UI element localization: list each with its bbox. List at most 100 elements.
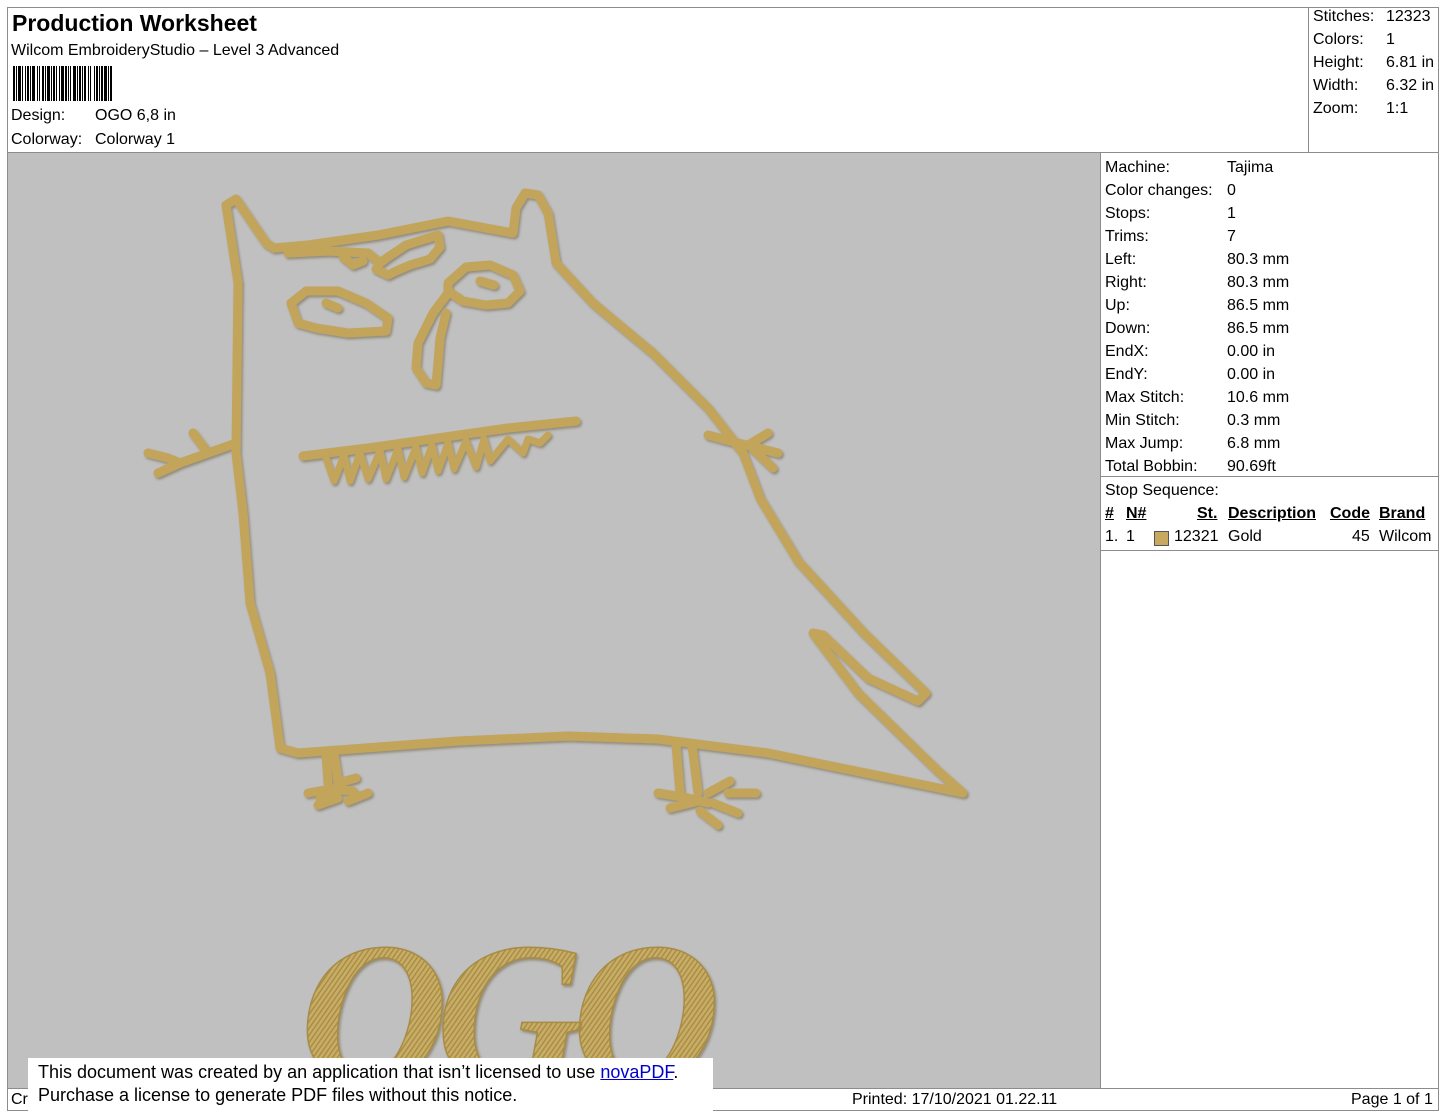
machine-info-value: 10.6 mm xyxy=(1227,389,1290,406)
machine-info-value: 1 xyxy=(1227,205,1236,222)
machine-info-label: Color changes: xyxy=(1105,182,1213,199)
machine-info-label: Trims: xyxy=(1105,228,1149,245)
software-name: Wilcom EmbroideryStudio – Level 3 Advanc… xyxy=(11,42,340,59)
owl-right-foot-stitch xyxy=(653,740,761,830)
machine-info-panel: Stop Sequence: # N# St. Description Code… xyxy=(1100,153,1438,1088)
design-label: Design: xyxy=(11,107,66,124)
notice-line-2: Purchase a license to generate PDF files… xyxy=(38,1085,518,1105)
machine-info-row: EndY: 0.00 in xyxy=(1105,366,1275,388)
colorway-row: Colorway: Colorway 1 xyxy=(11,131,175,149)
machine-info-value: 86.5 mm xyxy=(1227,320,1290,337)
machine-info-value: 0.00 in xyxy=(1227,366,1276,383)
machine-info-row: EndX: 0.00 in xyxy=(1105,343,1275,365)
row-description: Gold xyxy=(1228,528,1262,545)
owl-left-foot-stitch xyxy=(303,748,373,810)
stat-label: Stitches: xyxy=(1313,8,1375,25)
footer-left-text: Cr xyxy=(11,1091,28,1108)
stat-value: 1 xyxy=(1386,31,1395,48)
row-stitches: 12321 xyxy=(1174,528,1219,545)
machine-info-value: 90.69ft xyxy=(1227,458,1276,475)
machine-info-label: Max Stitch: xyxy=(1105,389,1185,406)
machine-info-row: Min Stitch: 0.3 mm xyxy=(1105,412,1280,434)
row-needle: 1 xyxy=(1126,528,1135,545)
row-code: 45 xyxy=(1352,528,1370,545)
stat-value: 6.81 in xyxy=(1386,54,1435,71)
worksheet: Production Worksheet Wilcom EmbroiderySt… xyxy=(7,7,1439,1111)
stat-width: Width: 6.32 in xyxy=(1313,77,1434,95)
design-value: OGO 6,8 in xyxy=(95,107,176,124)
machine-info-label: Total Bobbin: xyxy=(1105,458,1198,475)
machine-info-row: Max Stitch: 10.6 mm xyxy=(1105,389,1289,411)
machine-info-label: Max Jump: xyxy=(1105,435,1184,452)
stat-height: Height: 6.81 in xyxy=(1313,54,1434,72)
machine-info-value: Tajima xyxy=(1227,159,1274,176)
stop-sequence-title: Stop Sequence: xyxy=(1105,482,1219,499)
owl-body-stitch xyxy=(221,188,968,798)
machine-info-row: Left: 80.3 mm xyxy=(1105,251,1289,273)
machine-info-row: Total Bobbin: 90.69ft xyxy=(1105,458,1276,480)
machine-info-row: Max Jump: 6.8 mm xyxy=(1105,435,1280,457)
stat-label: Zoom: xyxy=(1313,100,1359,117)
page-title: Production Worksheet xyxy=(12,10,257,36)
machine-info-row: Color changes: 0 xyxy=(1105,182,1236,204)
machine-info-label: Machine: xyxy=(1105,159,1170,176)
row-num: 1. xyxy=(1105,528,1119,545)
col-needle: N# xyxy=(1126,505,1147,522)
stat-label: Width: xyxy=(1313,77,1359,94)
stat-value: 12323 xyxy=(1386,8,1431,25)
novapdf-link[interactable]: novaPDF xyxy=(600,1062,673,1082)
machine-info-row: Trims: 7 xyxy=(1105,228,1236,250)
owl-left-wing-stitch xyxy=(143,428,241,478)
design-preview: OGO xyxy=(8,153,1100,1088)
machine-info-label: Stops: xyxy=(1105,205,1151,222)
thread-color-swatch xyxy=(1154,531,1169,546)
machine-info-value: 80.3 mm xyxy=(1227,251,1290,268)
notice-text: This document was created by an applicat… xyxy=(38,1062,601,1082)
stat-value: 6.32 in xyxy=(1386,77,1435,94)
machine-info-row: Right: 80.3 mm xyxy=(1105,274,1289,296)
col-st: St. xyxy=(1197,505,1218,522)
machine-info-row: Machine: Tajima xyxy=(1105,159,1273,181)
machine-info-value: 80.3 mm xyxy=(1227,274,1290,291)
owl-embroidery-design: OGO xyxy=(143,188,968,1088)
stat-stitches: Stitches: 12323 xyxy=(1313,8,1431,26)
owl-pupil-stitch xyxy=(475,276,499,290)
machine-info-value: 0 xyxy=(1227,182,1236,199)
stat-label: Height: xyxy=(1313,54,1364,71)
page-number: Page 1 of 1 xyxy=(1351,1091,1433,1108)
machine-info-label: Down: xyxy=(1105,320,1151,337)
machine-info-value: 7 xyxy=(1227,228,1236,245)
col-description: Description xyxy=(1228,505,1317,522)
design-row: Design: OGO 6,8 in xyxy=(11,107,176,125)
barcode-icon xyxy=(13,66,229,101)
machine-info-value: 0.00 in xyxy=(1227,343,1276,360)
owl-beak-stitch xyxy=(411,288,453,390)
stat-label: Colors: xyxy=(1313,31,1364,48)
machine-info-value: 86.5 mm xyxy=(1227,297,1290,314)
machine-info-label: EndX: xyxy=(1105,343,1149,360)
machine-info-label: Up: xyxy=(1105,297,1130,314)
license-notice: This document was created by an applicat… xyxy=(28,1058,713,1112)
col-brand: Brand xyxy=(1379,505,1426,522)
stat-value: 1:1 xyxy=(1386,100,1409,117)
owl-brow-stitch xyxy=(338,252,368,270)
notice-line-1: This document was created by an applicat… xyxy=(38,1061,713,1084)
machine-info-value: 6.8 mm xyxy=(1227,435,1281,452)
row-brand: Wilcom xyxy=(1379,528,1432,545)
col-code: Code xyxy=(1330,505,1370,522)
machine-info-label: Left: xyxy=(1105,251,1137,268)
colorway-value: Colorway 1 xyxy=(95,131,176,148)
machine-info-row: Up: 86.5 mm xyxy=(1105,297,1289,319)
machine-info-label: EndY: xyxy=(1105,366,1148,383)
machine-info-row: Down: 86.5 mm xyxy=(1105,320,1289,342)
stat-zoom: Zoom: 1:1 xyxy=(1313,100,1408,118)
divider xyxy=(1101,550,1438,551)
machine-info-row: Stops: 1 xyxy=(1105,205,1236,227)
machine-info-label: Min Stitch: xyxy=(1105,412,1180,429)
colorway-label: Colorway: xyxy=(11,131,83,148)
owl-pupil-stitch xyxy=(321,298,343,313)
notice-text: . xyxy=(673,1062,679,1082)
barcode-bar xyxy=(112,66,113,101)
machine-info-label: Right: xyxy=(1105,274,1147,291)
machine-info-value: 0.3 mm xyxy=(1227,412,1281,429)
